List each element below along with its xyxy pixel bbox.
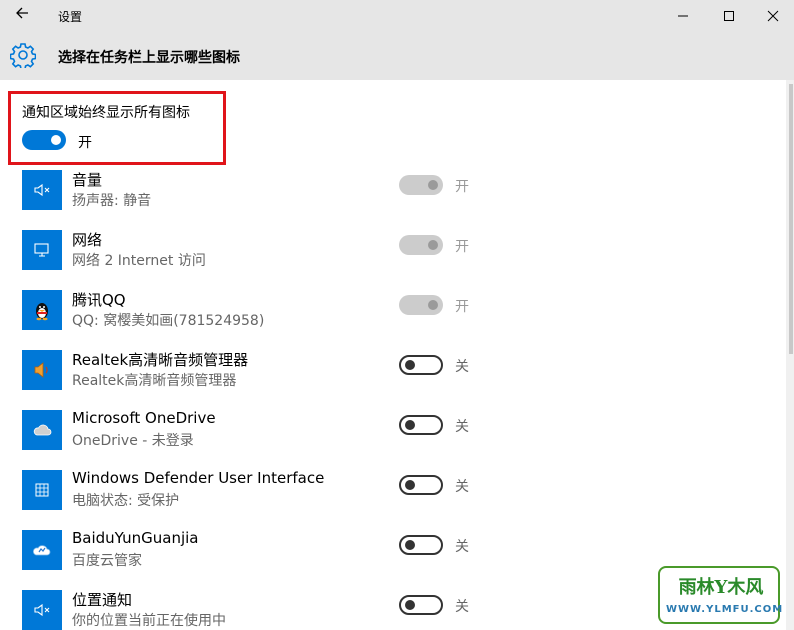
item-toggle[interactable] xyxy=(399,295,443,315)
toggle-knob xyxy=(428,180,438,190)
list-item: 网络 网络 2 Internet 访问 开 xyxy=(0,225,786,285)
item-description: 电脑状态: 受保护 xyxy=(72,493,180,509)
window-title: 设置 xyxy=(58,10,83,24)
minimize-button[interactable] xyxy=(660,0,706,32)
item-state: 开 xyxy=(455,179,469,195)
always-show-all-label: 通知区域始终显示所有图标 xyxy=(22,105,190,121)
item-state: 关 xyxy=(455,599,469,615)
item-name: BaiduYunGuanjia xyxy=(72,529,199,547)
item-state: 关 xyxy=(455,539,469,555)
item-state: 开 xyxy=(455,239,469,255)
item-toggle[interactable] xyxy=(399,475,443,495)
list-item: Microsoft OneDrive OneDrive - 未登录 关 xyxy=(0,405,786,465)
page-header: 选择在任务栏上显示哪些图标 xyxy=(0,32,794,80)
item-description: 百度云管家 xyxy=(72,553,142,569)
title-bar: 设置 xyxy=(0,0,794,32)
item-name: 音量 xyxy=(72,171,103,189)
content-area: 通知区域始终显示所有图标 开 音量 扬声器: 静音 开 网络 网络 2 Inte… xyxy=(0,80,786,630)
toggle-knob xyxy=(428,300,438,310)
page-title: 选择在任务栏上显示哪些图标 xyxy=(58,50,240,66)
item-description: OneDrive - 未登录 xyxy=(72,433,194,449)
toggle-knob xyxy=(51,135,61,145)
item-state: 关 xyxy=(455,479,469,495)
item-description: 网络 2 Internet 访问 xyxy=(72,253,206,269)
network-icon xyxy=(22,230,62,270)
maximize-button[interactable] xyxy=(706,0,752,32)
list-item: Windows Defender User Interface 电脑状态: 受保… xyxy=(0,465,786,525)
watermark-url: WWW.YLMFU.COM xyxy=(666,604,784,615)
item-name: Realtek高清晰音频管理器 xyxy=(72,351,249,369)
list-item: 腾讯QQ QQ: 窝樱美如画(781524958) 开 xyxy=(0,285,786,345)
location-muted-icon xyxy=(22,590,62,630)
gear-icon xyxy=(9,42,37,70)
item-name: Microsoft OneDrive xyxy=(72,409,216,427)
item-toggle[interactable] xyxy=(399,595,443,615)
item-description: 你的位置当前正在使用中 xyxy=(72,613,226,629)
close-button[interactable] xyxy=(750,0,794,32)
item-state: 关 xyxy=(455,359,469,375)
item-toggle[interactable] xyxy=(399,175,443,195)
watermark-logo: 雨林Y木风 WWW.YLMFU.COM xyxy=(658,566,784,624)
cloud-icon xyxy=(22,410,62,450)
item-description: Realtek高清晰音频管理器 xyxy=(72,373,237,389)
item-toggle[interactable] xyxy=(399,535,443,555)
item-state: 关 xyxy=(455,419,469,435)
defender-icon xyxy=(22,470,62,510)
item-name: 腾讯QQ xyxy=(72,291,126,309)
always-show-all-toggle[interactable] xyxy=(22,130,66,150)
always-show-all-state: 开 xyxy=(78,135,92,151)
toggle-knob xyxy=(428,240,438,250)
item-description: QQ: 窝樱美如画(781524958) xyxy=(72,313,265,329)
item-name: Windows Defender User Interface xyxy=(72,469,325,487)
item-description: 扬声器: 静音 xyxy=(72,193,152,209)
item-toggle[interactable] xyxy=(399,235,443,255)
toggle-knob xyxy=(405,360,415,370)
item-toggle[interactable] xyxy=(399,415,443,435)
list-item: 音量 扬声器: 静音 开 xyxy=(0,165,786,225)
speaker-muted-icon xyxy=(22,170,62,210)
toggle-knob xyxy=(405,600,415,610)
penguin-qq-icon xyxy=(22,290,62,330)
item-state: 开 xyxy=(455,299,469,315)
toggle-knob xyxy=(405,420,415,430)
item-name: 位置通知 xyxy=(72,591,133,609)
watermark-title: 雨林Y木风 xyxy=(678,577,764,598)
speaker-icon xyxy=(22,350,62,390)
baidu-cloud-icon xyxy=(22,530,62,570)
scrollbar-thumb[interactable] xyxy=(789,84,793,354)
back-arrow-icon[interactable] xyxy=(8,4,36,28)
toggle-knob xyxy=(405,540,415,550)
item-toggle[interactable] xyxy=(399,355,443,375)
list-item: Realtek高清晰音频管理器 Realtek高清晰音频管理器 关 xyxy=(0,345,786,405)
toggle-knob xyxy=(405,480,415,490)
item-name: 网络 xyxy=(72,231,103,249)
